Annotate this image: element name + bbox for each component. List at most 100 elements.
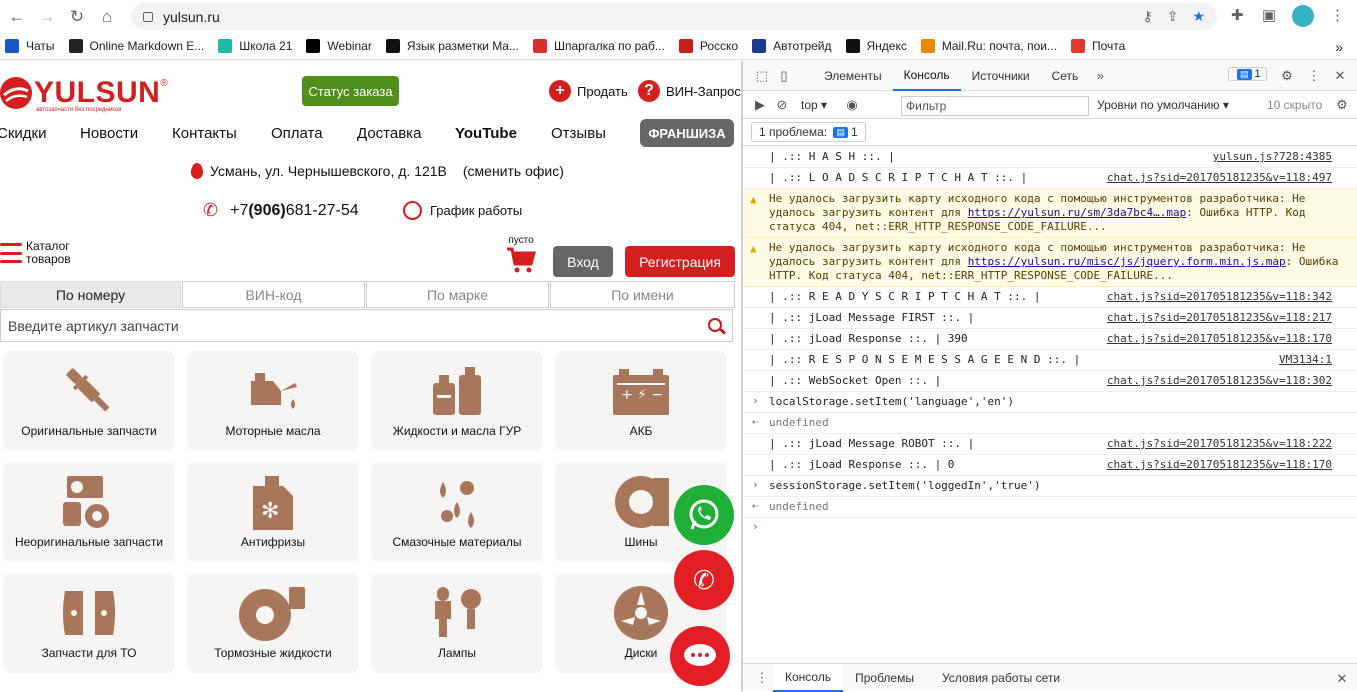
vin-request-link[interactable]: ? ВИН-Запрос xyxy=(638,80,741,102)
tab-vin-code[interactable]: ВИН-код xyxy=(182,281,365,308)
key-icon[interactable]: ⚷ xyxy=(1142,8,1152,25)
part-search-input[interactable] xyxy=(1,317,681,334)
url-text[interactable]: yulsun.ru xyxy=(163,9,220,25)
order-status-button[interactable]: Статус заказа xyxy=(302,76,399,106)
warning-link[interactable]: https://yulsun.ru/misc/js/jquery.form.mi… xyxy=(968,255,1286,268)
menu-item-delivery[interactable]: Доставка xyxy=(357,125,421,142)
category-card[interactable]: Неоригинальные запчасти xyxy=(3,462,175,562)
profile-avatar[interactable] xyxy=(1292,5,1314,27)
menu-item-discounts[interactable]: Скидки xyxy=(0,125,46,142)
log-levels-dropdown[interactable]: Уровни по умолчанию ▾ xyxy=(1097,98,1229,112)
console-source-link[interactable]: chat.js?sid=201705181235&v=118:170 xyxy=(1107,458,1332,472)
console-source-link[interactable]: chat.js?sid=201705181235&v=118:217 xyxy=(1107,311,1332,325)
bookmark-item[interactable]: Mail.Ru: почта, пои... xyxy=(920,39,1057,53)
category-card[interactable]: + ⚡ − АКБ xyxy=(555,351,727,451)
bookmark-item[interactable]: Школа 21 xyxy=(218,39,292,53)
schedule-link[interactable]: График работы xyxy=(403,201,522,220)
extensions-icon[interactable]: ✚ xyxy=(1231,6,1244,24)
menu-item-contacts[interactable]: Контакты xyxy=(172,125,237,142)
bookmark-item[interactable]: Online Markdown E... xyxy=(68,39,204,53)
menu-item-payment[interactable]: Оплата xyxy=(271,125,323,142)
drawer-menu-icon[interactable]: ⋮ xyxy=(751,670,773,686)
clear-console-icon[interactable]: ⊘ xyxy=(771,97,793,113)
login-button[interactable]: Вход xyxy=(553,246,613,277)
tab-by-brand[interactable]: По марке xyxy=(366,281,549,308)
context-selector[interactable]: top ▾ xyxy=(801,98,827,112)
tab-by-number[interactable]: По номеру xyxy=(0,281,181,308)
bookmark-item[interactable]: Язык разметки Ma... xyxy=(385,39,519,53)
yulsun-logo[interactable]: YULSUN ® автозапчасти без посредников xyxy=(0,77,168,113)
inspect-element-icon[interactable]: ⬚ xyxy=(751,68,773,84)
more-bookmarks-icon[interactable]: » xyxy=(1335,39,1343,55)
close-drawer-icon[interactable]: ✕ xyxy=(1331,671,1353,687)
bookmark-item[interactable]: Автотрейд xyxy=(752,39,832,53)
search-icon[interactable] xyxy=(708,318,722,332)
category-card[interactable]: Лампы xyxy=(371,573,543,673)
console-source-link[interactable]: chat.js?sid=201705181235&v=118:170 xyxy=(1107,332,1332,346)
lock-icon[interactable] xyxy=(143,11,153,22)
phone-number[interactable]: ✆ +7 (906) 681-27-54 xyxy=(203,200,359,221)
issues-button[interactable]: 1 проблема: ▤ 1 xyxy=(751,122,866,142)
category-card[interactable]: Смазочные материалы xyxy=(371,462,543,562)
address-bar[interactable]: yulsun.ru ⚷ ⇪ ★ xyxy=(131,3,1217,30)
home-icon[interactable]: ⌂ xyxy=(92,7,122,27)
bookmark-item[interactable]: Webinar xyxy=(306,39,372,53)
tab-elements[interactable]: Элементы xyxy=(813,61,893,91)
reload-icon[interactable]: ↻ xyxy=(62,7,92,27)
console-source-link[interactable]: VM3134:1 xyxy=(1279,353,1332,367)
browser-menu-icon[interactable]: ⋮ xyxy=(1330,6,1345,24)
chat-bubble-icon[interactable] xyxy=(670,626,730,686)
bookmark-item[interactable]: Почта xyxy=(1070,39,1125,53)
devtools-menu-icon[interactable]: ⋮ xyxy=(1303,68,1325,84)
tab-network[interactable]: Сеть xyxy=(1041,61,1090,91)
catalog-menu-button[interactable]: Каталог товаров xyxy=(0,240,71,266)
console-settings-icon[interactable]: ⚙ xyxy=(1331,97,1353,113)
bookmark-star-icon[interactable]: ★ xyxy=(1192,8,1205,25)
side-panel-icon[interactable]: ▣ xyxy=(1262,6,1276,24)
bookmark-item[interactable]: Чаты xyxy=(5,39,55,53)
eye-icon[interactable]: ◉ xyxy=(841,97,863,113)
tab-console[interactable]: Консоль xyxy=(892,61,961,91)
menu-item-news[interactable]: Новости xyxy=(80,125,138,142)
tab-sources[interactable]: Источники xyxy=(961,61,1041,91)
forward-icon[interactable]: → xyxy=(32,7,62,27)
callback-phone-icon[interactable]: ✆ xyxy=(674,550,734,610)
sidebar-toggle-icon[interactable]: ▶ xyxy=(749,97,771,113)
console-source-link[interactable]: chat.js?sid=201705181235&v=118:497 xyxy=(1107,171,1332,185)
franchise-button[interactable]: ФРАНШИЗА xyxy=(640,119,734,147)
change-office-link[interactable]: (сменить офис) xyxy=(463,163,564,179)
menu-item-reviews[interactable]: Отзывы xyxy=(551,125,606,142)
messages-counter[interactable]: ▤ 1 xyxy=(1228,67,1267,81)
sell-link[interactable]: + Продать xyxy=(549,80,628,102)
console-source-link[interactable]: chat.js?sid=201705181235&v=118:302 xyxy=(1107,374,1332,388)
category-card[interactable]: Тормозные жидкости xyxy=(187,573,359,673)
drawer-tab-network-conditions[interactable]: Условия работы сети xyxy=(930,664,1072,692)
tab-by-name[interactable]: По имени xyxy=(550,281,735,308)
category-card[interactable]: Жидкости и масла ГУР xyxy=(371,351,543,451)
console-source-link[interactable]: chat.js?sid=201705181235&v=118:222 xyxy=(1107,437,1332,451)
drawer-tab-issues[interactable]: Проблемы xyxy=(843,664,926,692)
console-source-link[interactable]: yulsun.js?728:4385 xyxy=(1213,150,1332,164)
back-icon[interactable]: ← xyxy=(2,7,32,27)
close-devtools-icon[interactable]: ✕ xyxy=(1329,68,1351,84)
category-card[interactable]: ✻ Антифризы xyxy=(187,462,359,562)
share-icon[interactable]: ⇪ xyxy=(1167,8,1179,25)
warning-link[interactable]: https://yulsun.ru/sm/3da7bc4….map xyxy=(968,206,1187,219)
console-filter-input[interactable]: Фильтр xyxy=(901,96,1089,116)
bookmark-item[interactable]: Яндекс xyxy=(845,39,907,53)
bookmark-favicon-icon xyxy=(752,39,767,53)
cart[interactable]: пусто xyxy=(505,235,537,277)
register-button[interactable]: Регистрация xyxy=(625,246,735,277)
bookmark-item[interactable]: Росско xyxy=(678,39,738,53)
console-source-link[interactable]: chat.js?sid=201705181235&v=118:342 xyxy=(1107,290,1332,304)
drawer-tab-console[interactable]: Консоль xyxy=(773,663,844,692)
whatsapp-icon[interactable] xyxy=(674,485,734,545)
category-card[interactable]: Оригинальные запчасти xyxy=(3,351,175,451)
more-tabs-icon[interactable]: » xyxy=(1089,68,1111,83)
category-card[interactable]: Моторные масла xyxy=(187,351,359,451)
category-card[interactable]: Запчасти для ТО xyxy=(3,573,175,673)
settings-gear-icon[interactable]: ⚙ xyxy=(1276,68,1298,84)
menu-item-youtube[interactable]: YouTube xyxy=(455,125,517,142)
device-toolbar-icon[interactable]: ▯ xyxy=(773,68,795,84)
bookmark-item[interactable]: Шпаргалка по раб... xyxy=(532,39,665,53)
